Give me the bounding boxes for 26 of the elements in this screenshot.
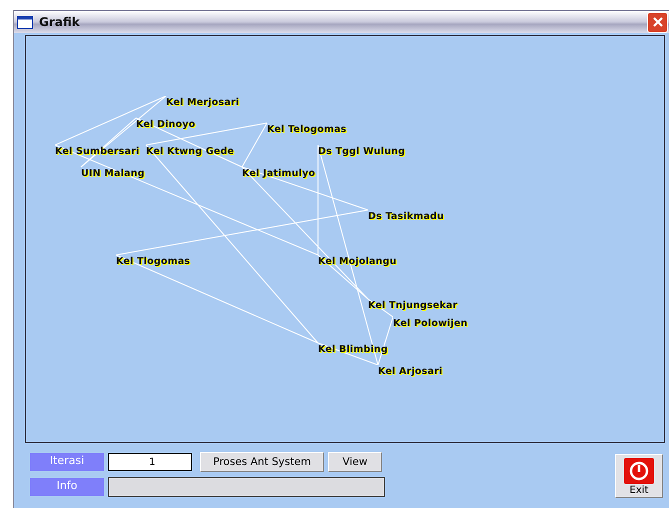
- node-label: Kel Mojolangu: [318, 256, 397, 267]
- node-label: Kel Tnjungsekar: [368, 300, 458, 311]
- node-label: Kel Ktwng Gede: [146, 146, 234, 157]
- window-icon: [17, 16, 33, 28]
- iterasi-label: Iterasi: [30, 453, 104, 471]
- close-icon: [652, 16, 664, 28]
- node-label: Kel Sumbersari: [55, 146, 140, 157]
- power-icon: [624, 458, 654, 484]
- node-label: Kel Merjosari: [166, 97, 240, 108]
- node-label: Kel Polowijen: [393, 318, 468, 329]
- iterasi-field[interactable]: 1: [108, 453, 192, 471]
- node-label: Kel Dinoyo: [136, 119, 196, 130]
- node-label: Kel Telogomas: [267, 124, 347, 135]
- node-label: Ds Tasikmadu: [368, 211, 444, 222]
- close-button[interactable]: [647, 12, 668, 32]
- node-label: Kel Arjosari: [378, 366, 442, 377]
- node-label: Kel Tlogomas: [116, 256, 190, 267]
- node-label: UIN Malang: [81, 168, 145, 179]
- process-button[interactable]: Proses Ant System: [200, 452, 324, 472]
- window-title: Grafik: [39, 15, 81, 29]
- exit-button[interactable]: Exit: [615, 454, 663, 498]
- view-button[interactable]: View: [328, 452, 382, 472]
- node-label: Ds Tggl Wulung: [318, 146, 406, 157]
- node-label: Kel Jatimulyo: [242, 168, 316, 179]
- node-label: Kel Blimbing: [318, 344, 388, 355]
- info-label: Info: [30, 478, 104, 496]
